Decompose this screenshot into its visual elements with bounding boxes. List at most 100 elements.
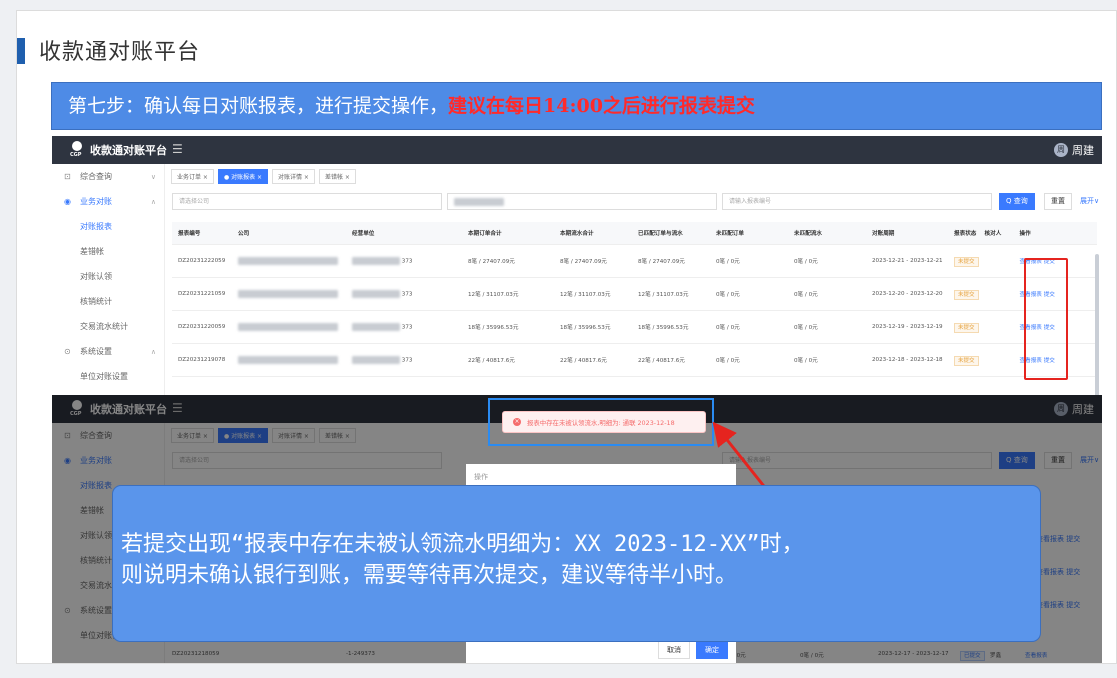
sidebar-item-report[interactable]: 对账报表 bbox=[52, 214, 164, 239]
logo-icon bbox=[70, 141, 84, 159]
unit-suffix: 373 bbox=[401, 357, 413, 363]
orders-total: 18笔 / 35996.53元 bbox=[462, 310, 554, 344]
sidebar-item-error[interactable]: 差错帐 bbox=[52, 239, 164, 264]
table-row: DZ20231221059 373 12笔 / 31107.03元 12笔 / … bbox=[172, 277, 1097, 311]
step-warning: 建议在每日14:00之后进行报表提交 bbox=[448, 95, 755, 117]
redacted-unit bbox=[352, 256, 400, 265]
report-number-input[interactable]: 请输入报表编号 bbox=[722, 193, 992, 210]
company-cell bbox=[232, 343, 346, 377]
tab-detail[interactable]: 对账详情 × bbox=[272, 169, 315, 184]
company-cell bbox=[232, 277, 346, 311]
unit-select[interactable] bbox=[447, 193, 717, 210]
sidebar-item-label: 核销统计 bbox=[80, 297, 112, 306]
unmatched-orders: 0笔 / 0元 bbox=[710, 244, 788, 278]
company-cell bbox=[232, 244, 346, 278]
sidebar-item-claim[interactable]: 对账认领 bbox=[52, 264, 164, 289]
sidebar-item-label: 对账报表 bbox=[80, 222, 112, 231]
sidebar-item-flow-stats[interactable]: 交易流水统计 bbox=[52, 314, 164, 339]
title-accent-bar bbox=[17, 38, 25, 64]
flows-total: 8笔 / 27407.09元 bbox=[554, 244, 632, 278]
unmatched-orders: 0笔 / 0元 bbox=[710, 343, 788, 377]
query-button[interactable]: Q 查询 bbox=[999, 193, 1035, 210]
settings-icon: ⊙ bbox=[64, 347, 71, 356]
sidebar-item-settings[interactable]: ⊙ 系统设置 ∧ bbox=[52, 339, 164, 364]
table-row: DZ20231222059 373 8笔 / 27407.09元 8笔 / 27… bbox=[172, 244, 1097, 278]
col-header: 经营单位 bbox=[346, 222, 462, 245]
menu-fold-icon[interactable]: ☰ bbox=[172, 142, 183, 156]
period: 2023-12-20 - 2023-12-20 bbox=[866, 277, 948, 311]
unmatched-flows: 0笔 / 0元 bbox=[788, 277, 866, 311]
app-logo[interactable]: 收款通对账平台 bbox=[70, 141, 167, 159]
filter-bar: 请选择公司 请输入报表编号 Q 查询 重置 展开∨ bbox=[172, 193, 1102, 211]
avatar: 周 bbox=[1054, 143, 1068, 157]
sidebar-item-label: 综合查询 bbox=[80, 172, 112, 181]
expand-link[interactable]: 展开∨ bbox=[1080, 196, 1099, 206]
redacted-unit bbox=[352, 322, 400, 331]
reset-button[interactable]: 重置 bbox=[1044, 193, 1072, 210]
col-header: 本期流水合计 bbox=[554, 222, 632, 245]
sidebar-item-reconcile[interactable]: ◉ 业务对账 ∧ bbox=[52, 189, 164, 214]
flows-total: 18笔 / 35996.53元 bbox=[554, 310, 632, 344]
company-select[interactable]: 请选择公司 bbox=[172, 193, 442, 210]
chevron-up-icon: ∧ bbox=[150, 197, 156, 206]
tab-orders[interactable]: 业务订单 × bbox=[171, 169, 214, 184]
col-header: 未匹配流水 bbox=[788, 222, 866, 245]
col-header: 公司 bbox=[232, 222, 346, 245]
note-line-2: 则说明未确认银行到账，需要等待再次提交，建议等待半小时。 bbox=[121, 563, 738, 588]
chevron-up-icon: ∧ bbox=[150, 347, 156, 356]
orders-total: 8笔 / 27407.09元 bbox=[462, 244, 554, 278]
matched-total: 12笔 / 31107.03元 bbox=[632, 277, 710, 311]
col-header: 核对人 bbox=[978, 222, 1014, 245]
status-cell: 未提交 bbox=[948, 277, 979, 311]
chevron-down-icon: ∨ bbox=[150, 172, 156, 181]
tab-error[interactable]: 差错帐 × bbox=[318, 169, 356, 184]
table-row: DZ20231219078 373 22笔 / 40817.6元 22笔 / 4… bbox=[172, 343, 1097, 377]
sidebar-item-writeoff[interactable]: 核销统计 bbox=[52, 289, 164, 314]
report-id: DZ20231220059 bbox=[172, 310, 232, 344]
report-table: 报表编号 公司 经营单位 本期订单合计 本期流水合计 已匹配订单与流水 未匹配订… bbox=[172, 222, 1097, 377]
redacted-company bbox=[238, 289, 338, 298]
report-id: DZ20231221059 bbox=[172, 277, 232, 311]
page-title: 收款通对账平台 bbox=[39, 40, 201, 65]
report-id: DZ20231222059 bbox=[172, 244, 232, 278]
matched-total: 18笔 / 35996.53元 bbox=[632, 310, 710, 344]
status-badge: 未提交 bbox=[954, 322, 979, 333]
user-name: 周建 bbox=[1072, 144, 1094, 157]
period: 2023-12-18 - 2023-12-18 bbox=[866, 343, 948, 377]
user-menu[interactable]: 周周建 bbox=[1054, 142, 1094, 158]
unit-cell: 373 bbox=[346, 343, 462, 377]
search-icon: ⊡ bbox=[64, 172, 71, 181]
step-banner: 第七步：确认每日对账报表，进行提交操作，建议在每日14:00之后进行报表提交 bbox=[51, 82, 1102, 130]
redacted-company bbox=[238, 256, 338, 265]
matched-total: 22笔 / 40817.6元 bbox=[632, 343, 710, 377]
sidebar-item-label: 系统设置 bbox=[80, 347, 112, 356]
tab-report[interactable]: ● 对账报表 × bbox=[217, 169, 269, 184]
table-header: 报表编号 公司 经营单位 本期订单合计 本期流水合计 已匹配订单与流水 未匹配订… bbox=[172, 222, 1097, 245]
redacted-company bbox=[238, 355, 338, 364]
sidebar-item-unit-settings[interactable]: 单位对账设置 bbox=[52, 364, 164, 389]
sidebar-item-label: 对账认领 bbox=[80, 272, 112, 281]
status-badge: 未提交 bbox=[954, 256, 979, 267]
reconcile-icon: ◉ bbox=[64, 197, 71, 206]
unit-suffix: 373 bbox=[401, 291, 413, 297]
status-cell: 未提交 bbox=[948, 310, 979, 344]
status-cell: 未提交 bbox=[948, 343, 979, 377]
flows-total: 12笔 / 31107.03元 bbox=[554, 277, 632, 311]
scrollbar[interactable] bbox=[1095, 254, 1099, 399]
period: 2023-12-21 - 2023-12-21 bbox=[866, 244, 948, 278]
unit-suffix: 373 bbox=[401, 258, 413, 264]
sidebar: ⊡ 综合查询 ∨ ◉ 业务对账 ∧ 对账报表 差错帐 对账认领 核销统计 交易流水统计 … bbox=[52, 164, 165, 399]
matched-total: 8笔 / 27407.09元 bbox=[632, 244, 710, 278]
redacted-unit bbox=[352, 355, 400, 364]
orders-total: 12笔 / 31107.03元 bbox=[462, 277, 554, 311]
col-header: 已匹配订单与流水 bbox=[632, 222, 710, 245]
sidebar-item-query[interactable]: ⊡ 综合查询 ∨ bbox=[52, 164, 164, 189]
checker bbox=[978, 244, 1014, 278]
status-cell: 未提交 bbox=[948, 244, 979, 278]
unmatched-flows: 0笔 / 0元 bbox=[788, 244, 866, 278]
company-cell bbox=[232, 310, 346, 344]
step-text: 第七步：确认每日对账报表，进行提交操作， bbox=[68, 95, 449, 117]
unmatched-orders: 0笔 / 0元 bbox=[710, 277, 788, 311]
sidebar-item-label: 差错帐 bbox=[80, 247, 104, 256]
instruction-note: 若提交出现“报表中存在未被认领流水明细为：XX 2023-12-XX”时， 则说… bbox=[112, 485, 1041, 642]
